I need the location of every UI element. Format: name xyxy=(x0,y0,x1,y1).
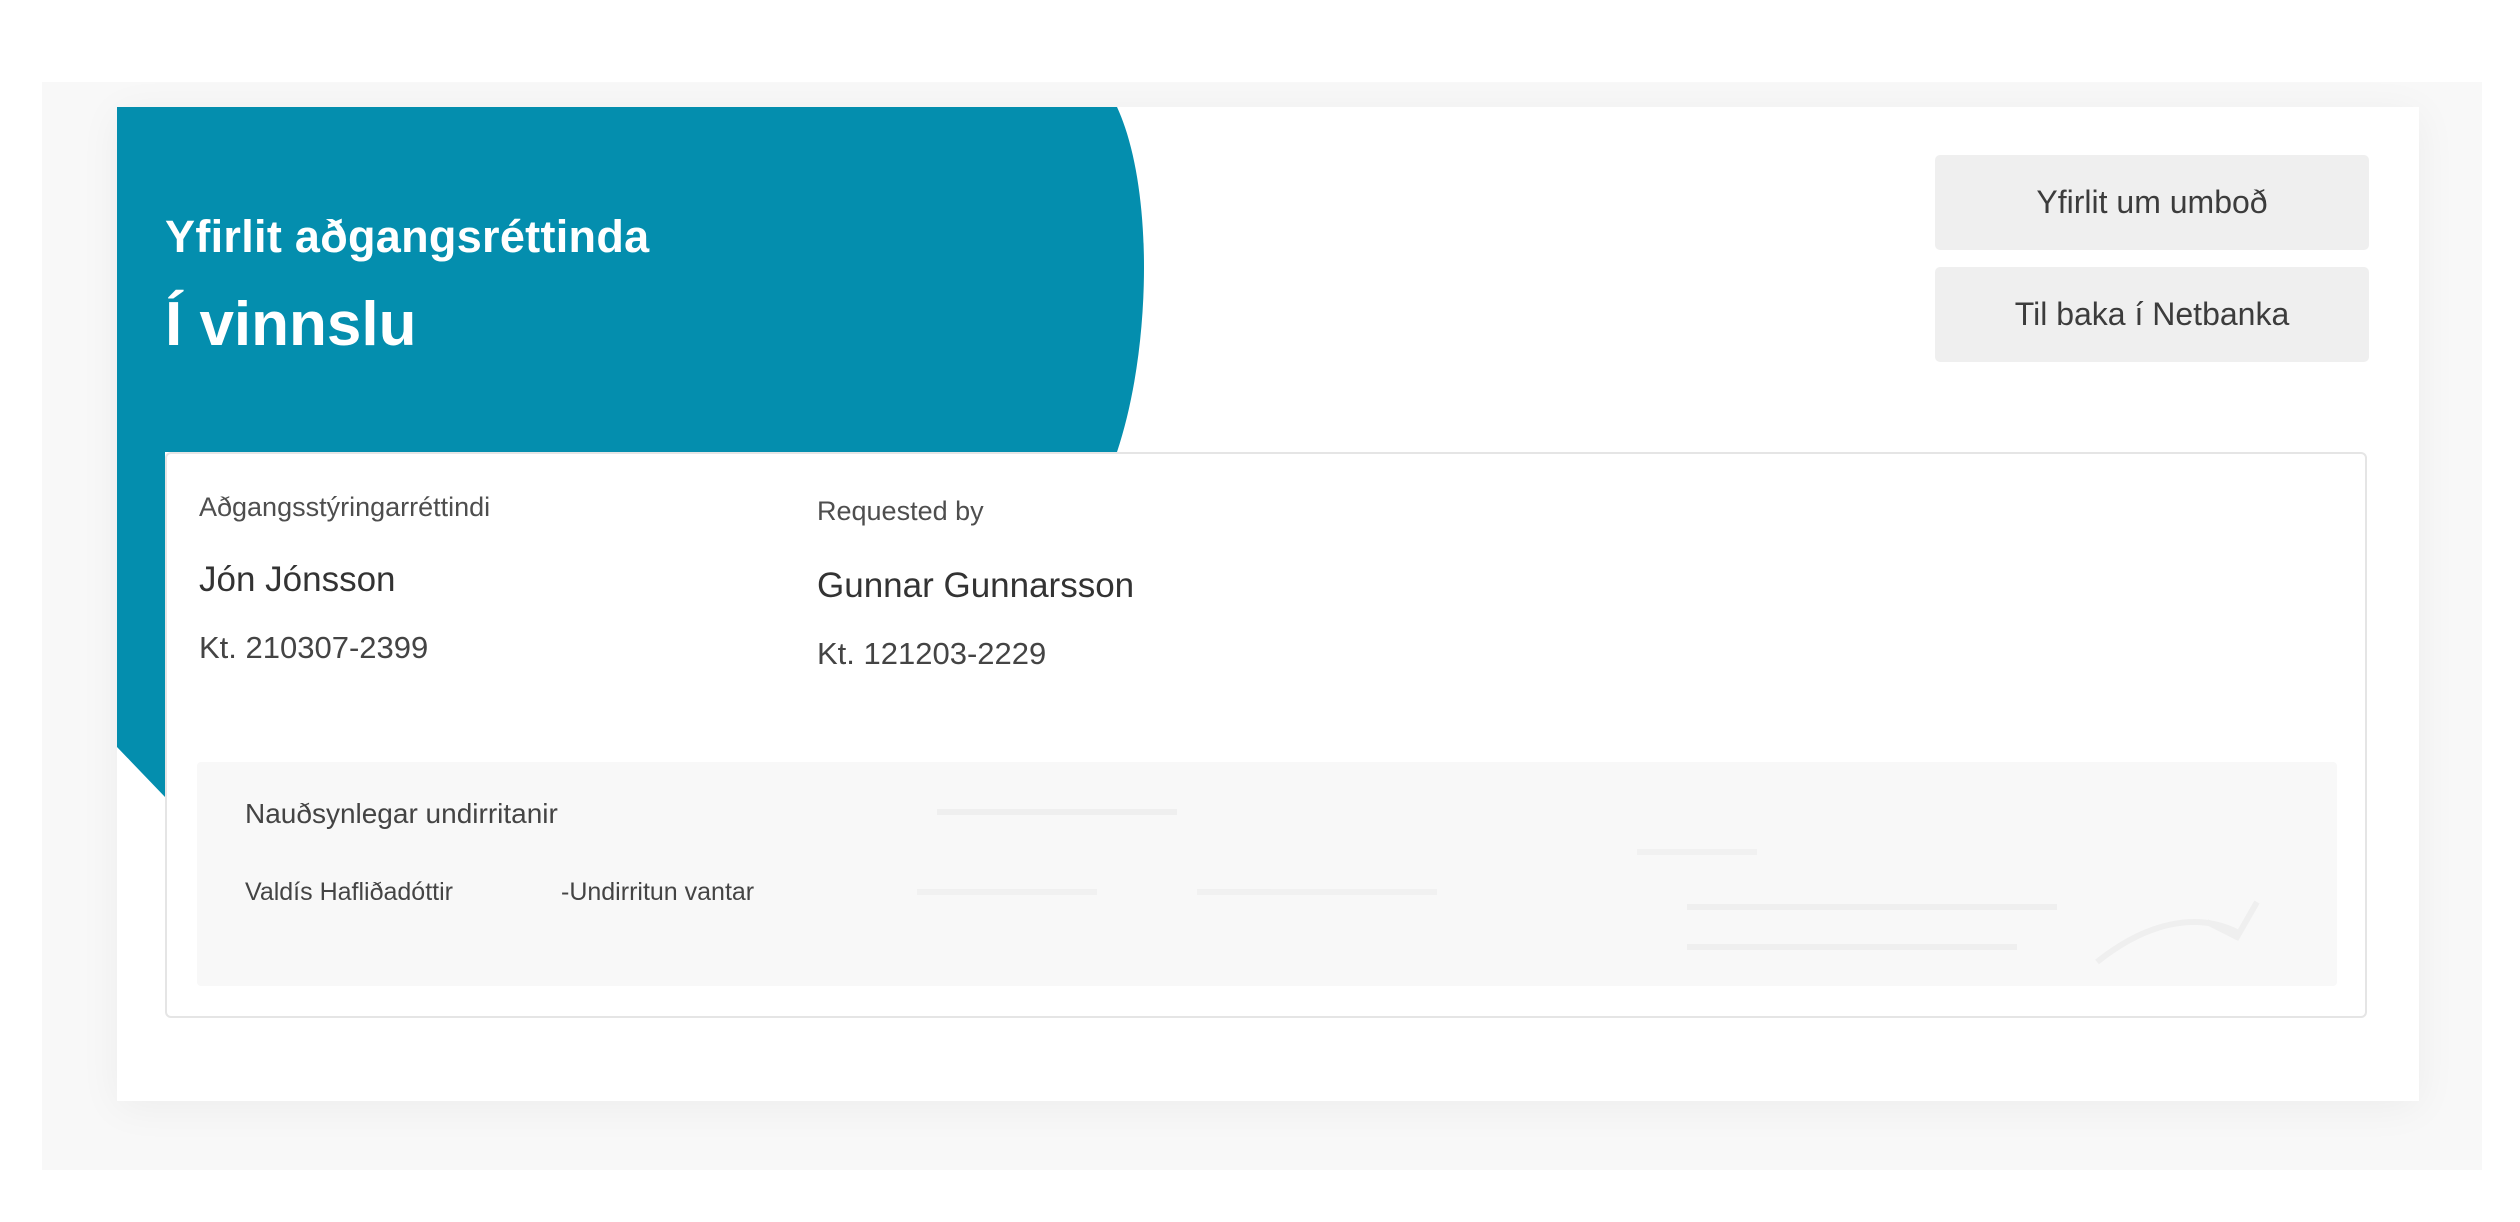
access-holder-label: Aðgangsstýringarréttindi xyxy=(199,492,491,522)
requester-id: Kt. 121203-2229 xyxy=(817,636,1047,671)
faded-document-illustration xyxy=(917,809,2260,965)
requester-name: Gunnar Gunnarsson xyxy=(817,566,1135,605)
requester-label: Requested by xyxy=(817,496,984,526)
signature-status: -Undirritun vantar xyxy=(561,878,755,906)
power-of-attorney-overview-button[interactable]: Yfirlit um umboð xyxy=(1935,155,2369,250)
request-details-box: Aðgangsstýringarréttindi Jón Jónsson Kt.… xyxy=(165,452,2367,1018)
required-signatures-title: Nauðsynlegar undirritanir xyxy=(245,798,558,829)
page-subtitle: Yfirlit aðgangsréttinda xyxy=(165,211,650,262)
required-signatures-panel: Nauðsynlegar undirritanir Valdís Hafliða… xyxy=(197,762,2337,986)
access-holder-id: Kt. 210307-2399 xyxy=(199,630,429,665)
signer-name: Valdís Hafliðadóttir xyxy=(245,878,453,906)
access-holder-name: Jón Jónsson xyxy=(199,560,396,599)
back-to-netbank-button[interactable]: Til baka í Netbanka xyxy=(1935,267,2369,362)
access-overview-card: Yfirlit aðgangsréttinda Í vinnslu Yfirli… xyxy=(117,107,2419,1101)
page-title: Í vinnslu xyxy=(165,290,417,359)
